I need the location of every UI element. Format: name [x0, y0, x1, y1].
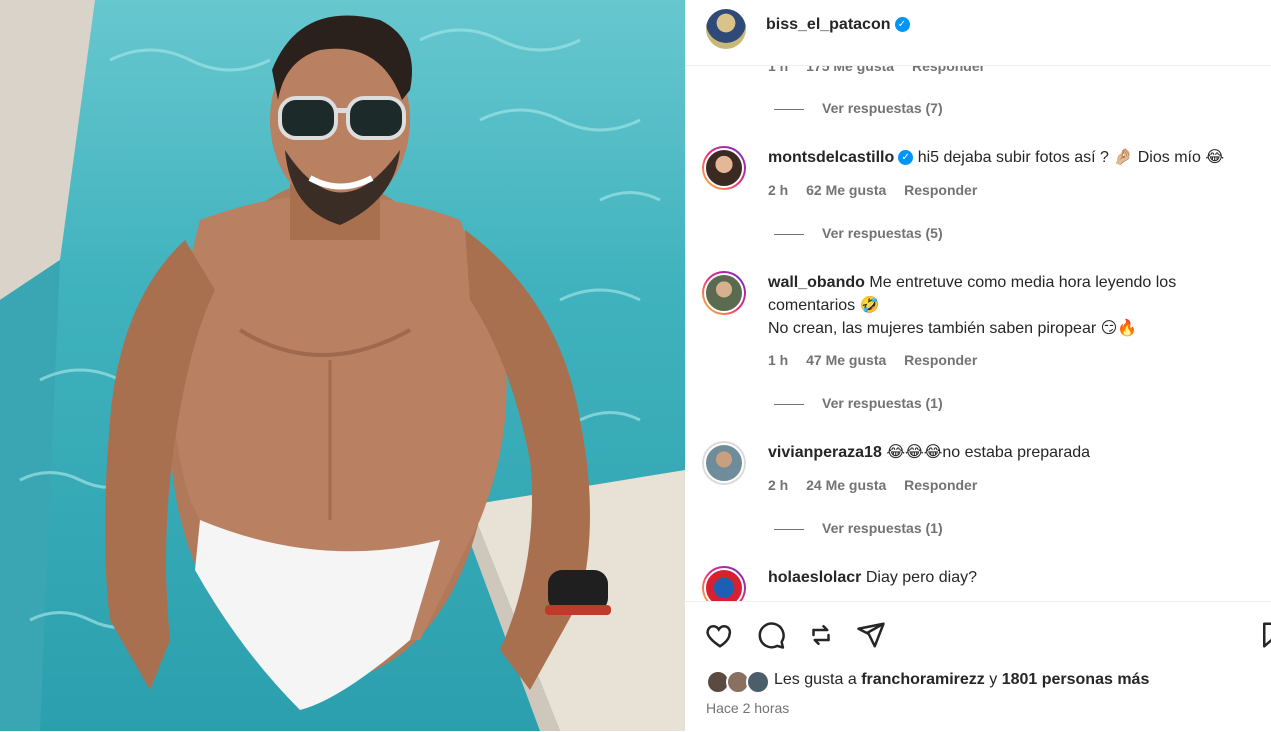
comment-likes[interactable]: 62 Me gusta: [806, 182, 886, 198]
view-replies-button[interactable]: Ver respuestas (7): [774, 100, 943, 116]
post-photo[interactable]: [0, 0, 685, 731]
author-avatar[interactable]: [706, 9, 746, 49]
repost-icon[interactable]: [806, 620, 836, 650]
comment-text: montsdelcastillo ✓ hi5 dejaba subir fotos…: [768, 146, 1263, 169]
comment-body: Diay pero diay?: [865, 569, 977, 586]
comment-icon[interactable]: [756, 620, 786, 650]
likes-joiner: y: [989, 671, 998, 688]
post-timestamp[interactable]: Hace 2 horas: [706, 700, 789, 716]
comment-body: 😂😂😂no estaba preparada: [886, 444, 1091, 461]
comment-time: 2 h: [768, 477, 789, 493]
comment-likes[interactable]: 47 Me gusta: [806, 352, 886, 368]
send-icon[interactable]: [856, 620, 886, 650]
commenter-username[interactable]: montsdelcastillo: [768, 149, 894, 166]
liker-avatar: [746, 670, 770, 694]
commenter-username[interactable]: holaeslolacr: [768, 569, 861, 586]
view-replies-button[interactable]: Ver respuestas (1): [774, 520, 943, 536]
author-username[interactable]: biss_el_patacon ✓: [766, 16, 910, 34]
comment-list[interactable]: 1 h 175 Me gusta Responder Ver respuesta…: [685, 66, 1271, 601]
bookmark-icon[interactable]: [1258, 620, 1271, 650]
commenter-avatar[interactable]: [702, 441, 746, 485]
comment-text: vivianperaza18 😂😂😂no estaba preparada: [768, 441, 1263, 464]
likes-prefix: Les gusta a: [774, 671, 857, 688]
commenter-avatar[interactable]: [702, 271, 746, 315]
reply-button[interactable]: Responder: [904, 182, 977, 198]
post-header: biss_el_patacon ✓: [685, 0, 1271, 66]
post-viewer: biss_el_patacon ✓ 1 h 175 Me gusta Respon…: [0, 0, 1271, 732]
comment-likes[interactable]: 175 Me gusta: [806, 66, 894, 74]
comment-text: holaeslolacr Diay pero diay?: [768, 566, 1263, 589]
commenter-avatar[interactable]: [702, 146, 746, 190]
verified-icon: ✓: [898, 150, 914, 166]
reply-button[interactable]: Responder: [912, 66, 985, 74]
comment-time: 1 h: [768, 352, 789, 368]
liker-username[interactable]: franchoramirezz: [861, 671, 985, 688]
view-replies-button[interactable]: Ver respuestas (5): [774, 225, 943, 241]
likes-others[interactable]: 1801 personas más: [1002, 671, 1150, 688]
verified-icon: ✓: [894, 17, 910, 33]
comment-meta: 2 h 24 Me gusta Responder: [768, 477, 991, 493]
post-actions: Les gusta a franchoramirezz y 1801 perso…: [685, 601, 1271, 732]
comment-text: wall_obando Me entretuve como media hora…: [768, 271, 1263, 340]
comment-meta: 1 h 175 Me gusta Responder: [768, 66, 999, 74]
commenter-username[interactable]: vivianperaza18: [768, 444, 882, 461]
likes-summary[interactable]: Les gusta a franchoramirezz y 1801 perso…: [774, 671, 1149, 689]
comment-meta: 1 h 47 Me gusta Responder: [768, 352, 991, 368]
comment-body-line2: No crean, las mujeres también saben piro…: [768, 320, 1138, 337]
commenter-username[interactable]: wall_obando: [768, 274, 865, 291]
comment-time: 2 h: [768, 182, 789, 198]
comment-meta: 2 h 62 Me gusta Responder: [768, 182, 991, 198]
reply-button[interactable]: Responder: [904, 477, 977, 493]
reply-button[interactable]: Responder: [904, 352, 977, 368]
commenter-avatar[interactable]: [702, 566, 746, 601]
view-replies-button[interactable]: Ver respuestas (1): [774, 395, 943, 411]
heart-icon[interactable]: [705, 620, 735, 650]
comment-time: 1 h: [768, 66, 789, 74]
post-sidebar: biss_el_patacon ✓ 1 h 175 Me gusta Respon…: [685, 0, 1271, 732]
post-image: [0, 0, 685, 731]
author-username-text[interactable]: biss_el_patacon: [766, 16, 891, 33]
comment-body: hi5 dejaba subir fotos así ? 🤌🏼 Dios mío…: [917, 149, 1225, 166]
comment-likes[interactable]: 24 Me gusta: [806, 477, 886, 493]
